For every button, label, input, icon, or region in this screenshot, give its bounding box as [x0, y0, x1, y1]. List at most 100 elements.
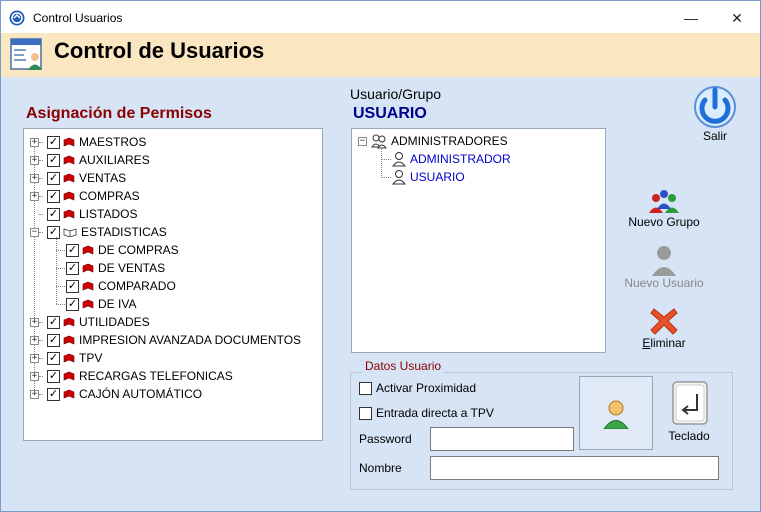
open-book-icon [63, 228, 77, 237]
new-group-icon [649, 190, 679, 213]
activar-proximidad-option[interactable]: Activar Proximidad [359, 381, 476, 395]
tree-connector [39, 339, 43, 341]
book-icon [82, 263, 94, 273]
permission-checkbox[interactable]: ✓ [47, 135, 60, 149]
entrada-directa-checkbox[interactable] [359, 406, 372, 420]
book-icon [82, 245, 94, 255]
expand-expander[interactable]: + [30, 371, 39, 381]
expand-expander[interactable]: + [30, 173, 39, 183]
password-input[interactable] [430, 427, 574, 451]
permission-label: IMPRESION AVANZADA DOCUMENTOS [79, 333, 302, 347]
nuevo-grupo-label: Nuevo Grupo [628, 215, 700, 229]
tree-node-permission[interactable]: ✓ DE VENTAS [66, 259, 165, 277]
user-avatar-icon [603, 400, 629, 429]
permission-checkbox[interactable]: ✓ [47, 171, 60, 185]
permission-checkbox[interactable]: ✓ [66, 279, 79, 293]
nuevo-usuario-label: Nuevo Usuario [624, 276, 704, 290]
tree-connector [56, 304, 65, 305]
tree-node-permission[interactable]: + ✓ UTILIDADES [30, 313, 150, 331]
control-usuarios-window: Control Usuarios — ✕ Control de Usuarios… [0, 0, 761, 512]
permission-checkbox[interactable]: ✓ [47, 387, 60, 401]
minimize-button[interactable]: — [671, 5, 711, 31]
entrada-directa-option[interactable]: Entrada directa a TPV [359, 406, 494, 420]
tree-node-permission[interactable]: + ✓ RECARGAS TELEFONICAS [30, 367, 233, 385]
permission-checkbox[interactable]: ✓ [47, 333, 60, 347]
book-icon [63, 317, 75, 327]
power-icon [694, 86, 736, 128]
new-user-icon [652, 246, 676, 276]
permission-checkbox[interactable]: ✓ [66, 297, 79, 311]
permission-label: CAJÓN AUTOMÁTICO [79, 387, 203, 401]
close-icon: ✕ [731, 10, 743, 26]
user-group-value: USUARIO [353, 105, 427, 122]
permission-checkbox[interactable]: ✓ [47, 153, 60, 167]
permission-checkbox[interactable]: ✓ [66, 243, 79, 257]
expand-expander[interactable]: + [30, 191, 39, 201]
minimize-icon: — [684, 10, 698, 26]
expand-expander[interactable]: + [30, 353, 39, 363]
permission-checkbox[interactable]: ✓ [47, 207, 60, 221]
permission-label: COMPRAS [79, 189, 140, 203]
book-icon [63, 173, 75, 183]
nuevo-usuario-button[interactable]: Nuevo Usuario [617, 244, 711, 290]
tree-node-group[interactable]: − ADMINISTRADORES [358, 132, 508, 150]
book-icon [63, 353, 75, 363]
permission-checkbox[interactable]: ✓ [47, 315, 60, 329]
tree-node-permission[interactable]: ✓ DE COMPRAS [66, 241, 179, 259]
tree-node-permission[interactable]: + ✓ CAJÓN AUTOMÁTICO [30, 385, 202, 403]
book-icon [82, 281, 94, 291]
user-photo-button[interactable] [579, 376, 653, 450]
nuevo-grupo-button[interactable]: Nuevo Grupo [621, 187, 707, 229]
tree-node-permission[interactable]: + ✓ TPV [30, 349, 102, 367]
tree-node-permission[interactable]: ✓ COMPARADO [66, 277, 176, 295]
tree-connector [39, 141, 43, 143]
tree-connector [56, 286, 65, 287]
tree-node-user[interactable]: USUARIO [392, 168, 465, 186]
tree-connector [381, 159, 391, 160]
expand-expander[interactable]: + [30, 137, 39, 147]
datos-usuario-legend: Datos Usuario [362, 359, 445, 373]
collapse-expander[interactable]: − [30, 227, 39, 237]
permission-checkbox[interactable]: ✓ [47, 351, 60, 365]
tree-node-permission[interactable]: − ✓ ESTADISTICAS [30, 223, 167, 241]
page-title: Control de Usuarios [54, 38, 265, 63]
teclado-button[interactable]: Teclado [665, 380, 713, 443]
tree-node-permission[interactable]: + ✓ AUXILIARES [30, 151, 150, 169]
nombre-input[interactable] [430, 456, 719, 480]
tree-node-permission[interactable]: + ✓ COMPRAS [30, 187, 140, 205]
eliminar-button[interactable]: Eliminar [631, 306, 697, 350]
tree-connector [56, 250, 65, 251]
tree-connector [39, 357, 43, 359]
expand-expander[interactable]: + [30, 335, 39, 345]
expand-expander[interactable]: + [30, 155, 39, 165]
tree-node-permission[interactable]: + ✓ VENTAS [30, 169, 126, 187]
tree-node-permission[interactable]: ✓ DE IVA [66, 295, 136, 313]
eliminar-label-rest: liminar [650, 336, 686, 350]
book-icon [63, 389, 75, 399]
tree-connector [39, 231, 43, 233]
permission-checkbox[interactable]: ✓ [47, 225, 60, 239]
permission-label: ESTADISTICAS [81, 225, 167, 239]
tree-node-permission[interactable]: ✓ LISTADOS [30, 205, 137, 223]
permissions-tree[interactable]: + ✓ MAESTROS + ✓ AUXILIARES + ✓ VENTAS + ✓ COMPRAS ✓… [23, 128, 323, 441]
user-group-tree[interactable]: − ADMINISTRADORES ADMINISTRADOR USUARIO [351, 128, 606, 353]
activar-proximidad-checkbox[interactable] [359, 381, 372, 395]
collapse-expander[interactable]: − [358, 136, 367, 146]
permission-checkbox[interactable]: ✓ [66, 261, 79, 275]
tree-node-permission[interactable]: + ✓ MAESTROS [30, 133, 146, 151]
delete-x-icon [650, 308, 678, 335]
permission-checkbox[interactable]: ✓ [47, 189, 60, 203]
close-button[interactable]: ✕ [717, 5, 757, 31]
tree-node-permission[interactable]: + ✓ IMPRESION AVANZADA DOCUMENTOS [30, 331, 301, 349]
tree-connector [56, 237, 57, 304]
user-label: ADMINISTRADOR [410, 152, 511, 166]
salir-button[interactable]: Salir [689, 83, 741, 143]
tree-connector [39, 195, 43, 197]
tree-connector [56, 268, 65, 269]
permission-checkbox[interactable]: ✓ [47, 369, 60, 383]
user-group-label: Usuario/Grupo [350, 86, 442, 102]
eliminar-label: Eliminar [642, 336, 685, 350]
tree-node-user[interactable]: ADMINISTRADOR [392, 150, 511, 168]
expand-expander[interactable]: + [30, 317, 39, 327]
expand-expander[interactable]: + [30, 389, 39, 399]
